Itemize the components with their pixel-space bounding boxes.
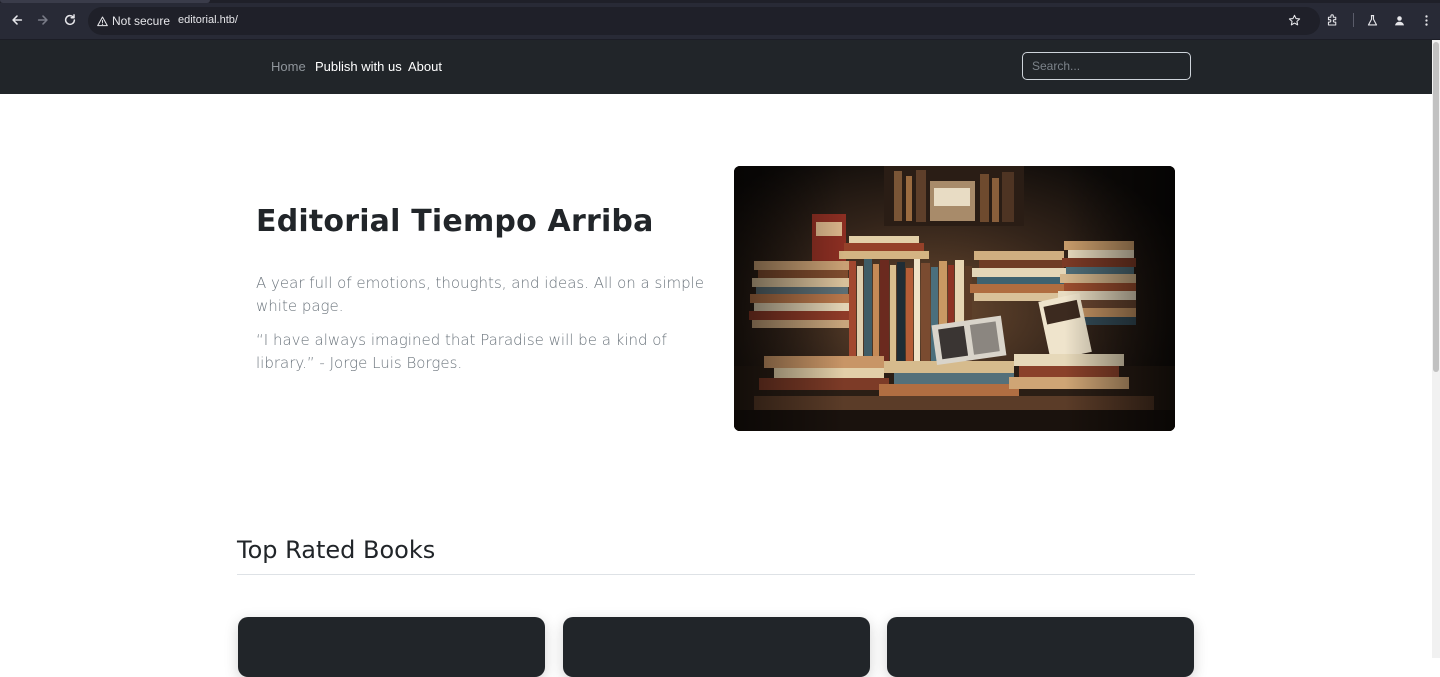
security-indicator[interactable]: Not secure <box>97 13 170 29</box>
kebab-menu-icon <box>1424 14 1428 26</box>
nav-link-home[interactable]: Home <box>271 59 306 74</box>
bookmark-button[interactable] <box>1286 12 1302 28</box>
site-navbar: Home Publish with us About <box>0 40 1432 94</box>
labs-flask-icon <box>1367 14 1377 26</box>
nav-link-publish[interactable]: Publish with us <box>315 59 402 74</box>
forward-button[interactable] <box>34 11 52 29</box>
browser-menu-button[interactable] <box>1418 12 1434 28</box>
address-bar[interactable] <box>88 7 1320 35</box>
back-arrow-icon <box>12 15 23 25</box>
toolbar-separator <box>1353 13 1354 27</box>
star-icon <box>1288 14 1300 25</box>
book-card-3[interactable] <box>887 617 1194 677</box>
book-card-1[interactable] <box>238 617 545 677</box>
extensions-icon <box>1327 13 1336 25</box>
hero-quote: “I have always imagined that Paradise wi… <box>256 331 667 372</box>
nav-link-about[interactable]: About <box>408 59 442 74</box>
search-input[interactable] <box>1022 52 1191 80</box>
url-text[interactable]: editorial.htb/ <box>178 14 238 26</box>
section-divider <box>237 574 1195 575</box>
profile-button[interactable] <box>1391 12 1407 28</box>
reload-icon <box>64 14 76 26</box>
hero-image-books <box>734 166 1175 431</box>
reload-button[interactable] <box>61 11 79 29</box>
back-button[interactable] <box>8 11 26 29</box>
profile-icon <box>1394 15 1404 25</box>
tab-strip-edge <box>0 0 1440 3</box>
scrollbar-thumb[interactable] <box>1433 42 1439 372</box>
forward-arrow-icon <box>37 15 48 25</box>
labs-button[interactable] <box>1364 12 1380 28</box>
active-tab-edge <box>0 0 210 3</box>
page-scrollbar[interactable] <box>1432 40 1440 658</box>
book-card-2[interactable] <box>563 617 870 677</box>
extensions-button[interactable] <box>1324 12 1340 28</box>
section-title-top-rated: Top Rated Books <box>237 536 436 564</box>
security-label: Not secure <box>112 14 171 28</box>
hero-title: Editorial Tiempo Arriba <box>256 204 654 239</box>
hero-lead: A year full of emotions, thoughts, and i… <box>256 274 705 315</box>
browser-toolbar: Not secure editorial.htb/ <box>0 0 1440 40</box>
warning-icon <box>97 16 108 26</box>
library-photo <box>734 166 1175 431</box>
